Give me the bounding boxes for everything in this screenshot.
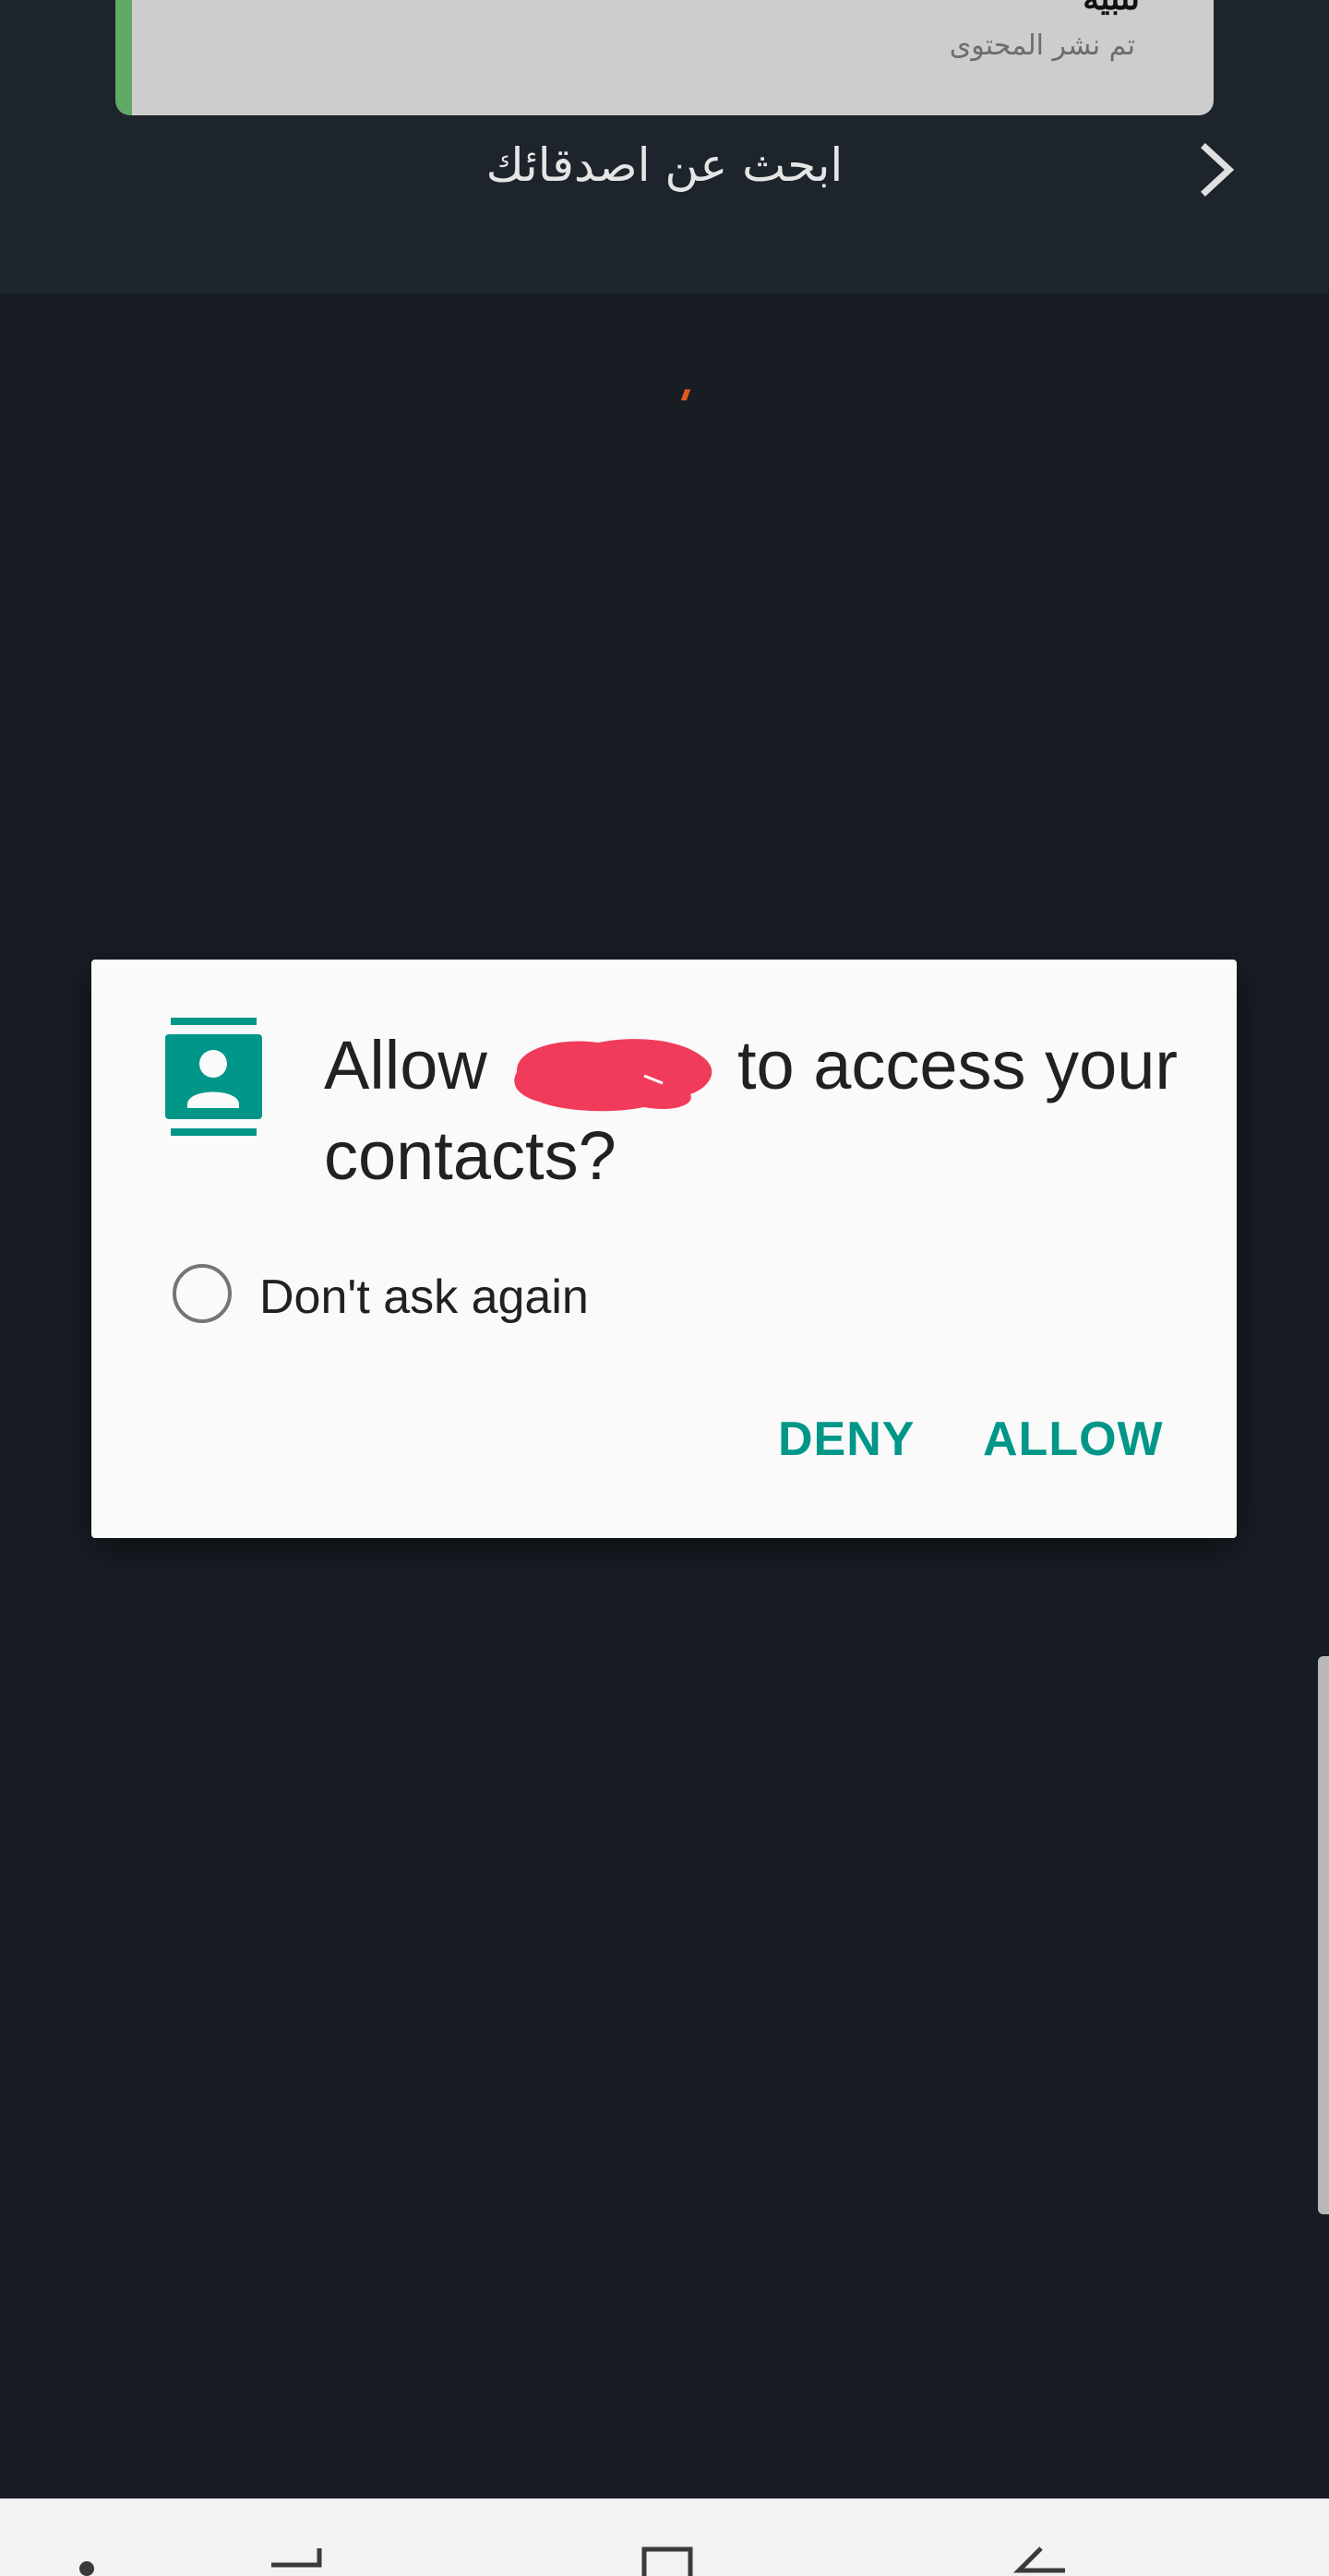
deny-button[interactable]: DENY xyxy=(778,1412,915,1467)
recent-apps-icon[interactable] xyxy=(268,2546,323,2576)
top-panel: تنبيه تم نشر المحتوى ابحث عن اصدقائك xyxy=(0,0,1329,293)
notification-title: تنبيه xyxy=(1083,0,1140,15)
navigation-bar xyxy=(0,2498,1329,2576)
home-icon[interactable] xyxy=(641,2546,693,2576)
allow-button[interactable]: ALLOW xyxy=(983,1412,1164,1467)
scrollbar[interactable] xyxy=(1318,1656,1329,2214)
notification-card[interactable]: تنبيه تم نشر المحتوى xyxy=(115,0,1214,115)
find-friends-label: ابحث عن اصدقائك xyxy=(485,138,844,192)
screen: تنبيه تم نشر المحتوى ابحث عن اصدقائك All… xyxy=(0,0,1329,2576)
permission-dialog: Allow to access your contacts? Don't ask… xyxy=(91,960,1237,1538)
loading-indicator xyxy=(680,389,691,400)
dialog-title: Allow to access your contacts? xyxy=(324,1024,1210,1198)
dont-ask-again-label: Don't ask again xyxy=(259,1270,589,1324)
redaction-scribble xyxy=(514,1039,712,1112)
dialog-title-prefix: Allow xyxy=(324,1027,487,1103)
chevron-right-icon xyxy=(1201,143,1235,197)
dont-ask-again-checkbox[interactable] xyxy=(173,1264,232,1323)
menu-dot-icon[interactable] xyxy=(78,2559,96,2576)
contacts-icon xyxy=(165,1018,262,1136)
find-friends-row[interactable]: ابحث عن اصدقائك xyxy=(0,129,1329,212)
back-icon[interactable] xyxy=(1013,2546,1069,2576)
notification-subtitle: تم نشر المحتوى xyxy=(949,30,1135,62)
